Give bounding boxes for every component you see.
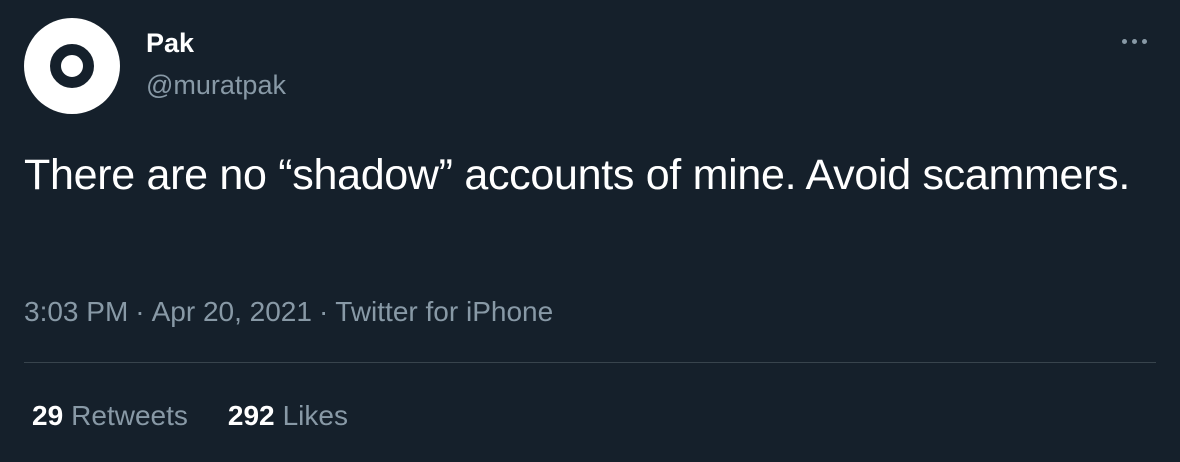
more-horizontal-icon-dot — [1131, 38, 1137, 44]
retweets-label: Retweets — [71, 400, 188, 431]
likes-label: Likes — [282, 400, 348, 431]
tweet-metadata: 3:03 PM · Apr 20, 2021 · Twitter for iPhone — [24, 292, 553, 332]
retweets-stat[interactable]: 29 Retweets — [32, 396, 188, 436]
likes-count: 292 — [227, 400, 275, 431]
author-display-name[interactable]: Pak — [146, 26, 194, 60]
tweet-time[interactable]: 3:03 PM — [24, 296, 128, 327]
tweet-text: There are no “shadow” accounts of mine. … — [24, 151, 1130, 199]
circle-logo-icon — [50, 44, 94, 88]
tweet-stats: 29 Retweets 292 Likes — [32, 396, 348, 436]
more-options-button[interactable] — [1114, 26, 1154, 56]
avatar[interactable] — [24, 18, 120, 114]
separator: · — [318, 296, 329, 327]
likes-stat[interactable]: 292 Likes — [228, 396, 348, 436]
retweets-count: 29 — [32, 400, 64, 431]
more-horizontal-icon-dot — [1141, 38, 1147, 44]
tweet-date[interactable]: Apr 20, 2021 — [152, 296, 312, 327]
separator: · — [135, 296, 145, 327]
tweet-source[interactable]: Twitter for iPhone — [335, 296, 553, 327]
tweet-card: Pak @muratpak There are no “shadow” acco… — [0, 0, 1180, 462]
divider — [24, 362, 1156, 363]
more-horizontal-icon — [1121, 38, 1127, 44]
author-handle[interactable]: @muratpak — [146, 68, 286, 102]
